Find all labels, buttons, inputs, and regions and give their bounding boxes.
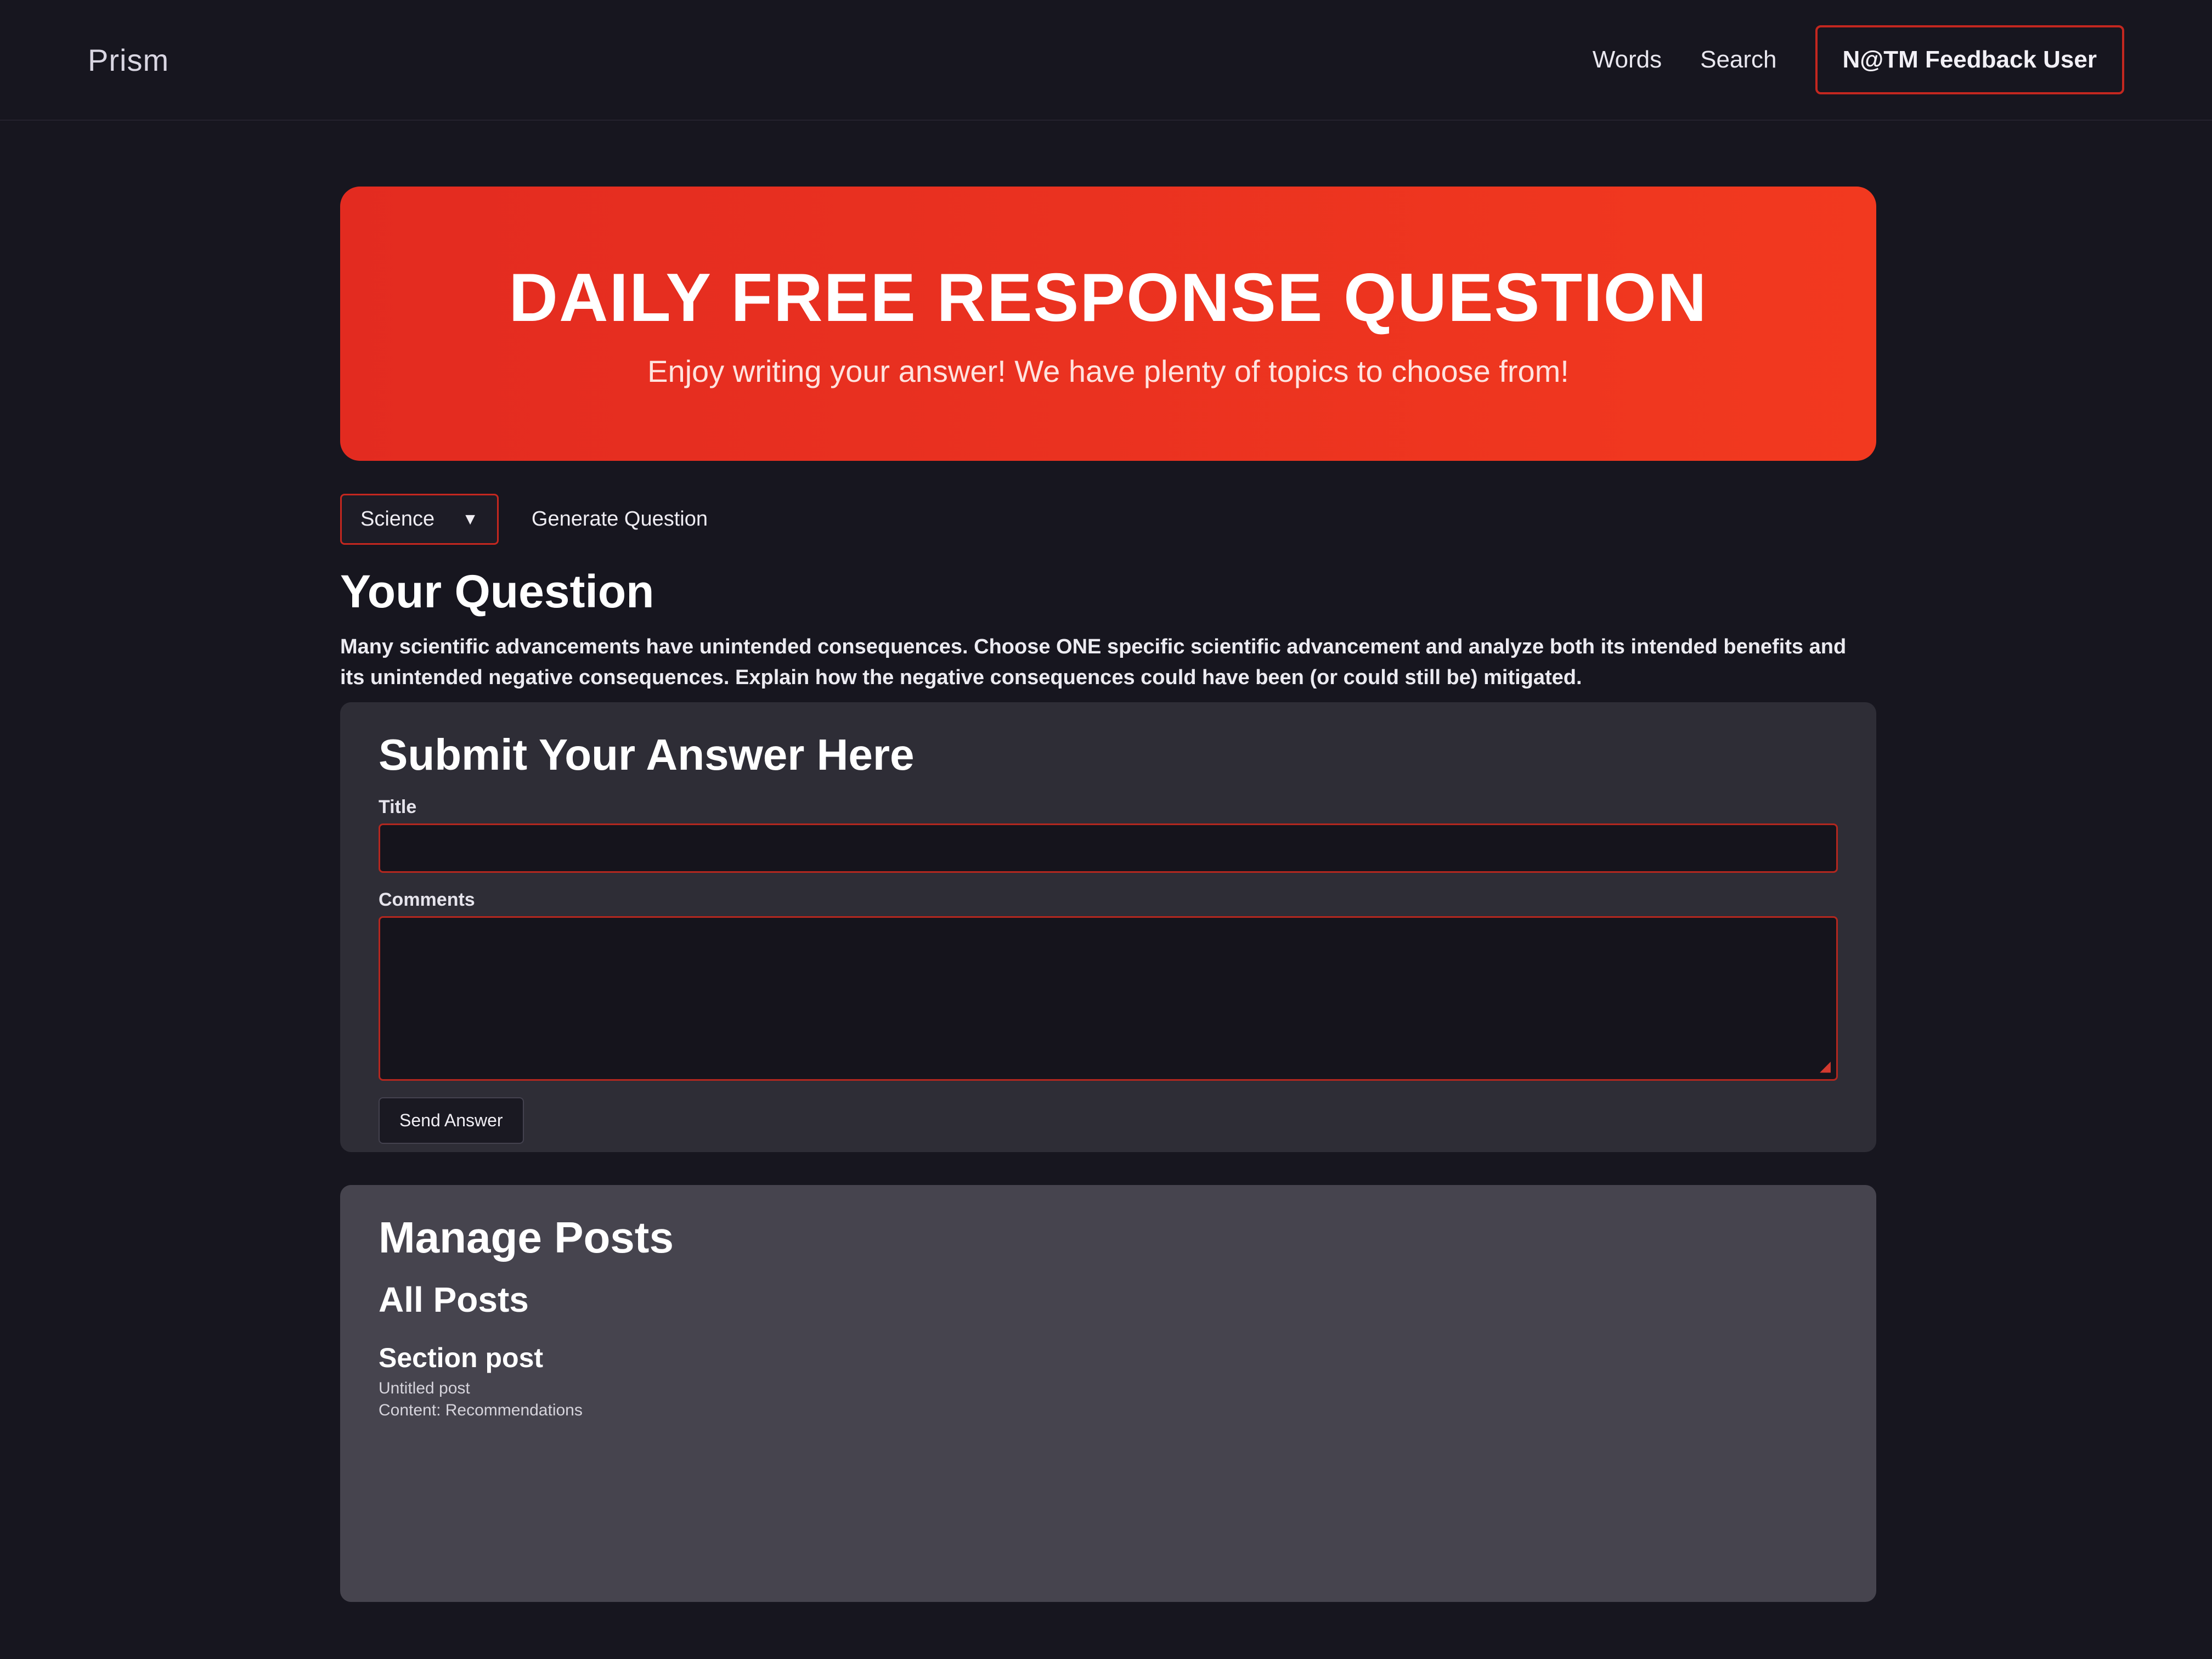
question-section: Your Question Many scientific advancemen… [340,565,1876,693]
question-heading: Your Question [340,566,654,617]
resize-handle-icon[interactable]: ◢ [1820,1058,1831,1075]
user-account-button[interactable]: N@TM Feedback User [1815,25,2124,94]
title-input[interactable] [379,823,1838,873]
hero-subtitle: Enjoy writing your answer! We have plent… [647,353,1569,388]
nav-links: Words Search N@TM Feedback User [1593,25,2124,94]
brand-logo[interactable]: Prism [88,42,169,78]
chevron-down-icon: ▼ [462,510,478,528]
question-controls: Science ▼ Generate Question [340,494,719,545]
manage-posts-card: Manage Posts All Posts Section post Unti… [340,1185,1876,1602]
answer-form-card: Submit Your Answer Here Title Comments ◢… [340,702,1876,1152]
question-text: Many scientific advancements have uninte… [340,635,1847,689]
top-navigation-bar: Prism Words Search N@TM Feedback User [0,0,2212,121]
nav-link-words[interactable]: Words [1593,46,1662,74]
topic-select-value: Science [360,507,435,531]
answer-form-heading: Submit Your Answer Here [379,730,915,779]
all-posts-heading: All Posts [379,1280,529,1319]
nav-link-search[interactable]: Search [1700,46,1776,74]
content-field-label: Comments [379,889,475,910]
hero-title: DAILY FREE RESPONSE QUESTION [509,259,1708,336]
manage-posts-heading: Manage Posts [379,1213,674,1262]
post-meta: Untitled post [379,1379,470,1397]
generate-question-button[interactable]: Generate Question [521,495,719,543]
post-body: Content: Recommendations [379,1401,583,1419]
hero-banner: DAILY FREE RESPONSE QUESTION Enjoy writi… [340,187,1876,461]
title-field-label: Title [379,797,417,817]
post-title: Section post [379,1342,544,1373]
content-textarea[interactable]: ◢ [379,916,1838,1081]
app-window: Prism Words Search N@TM Feedback User DA… [0,0,2212,1659]
send-answer-button[interactable]: Send Answer [379,1097,524,1144]
post-item[interactable]: Section post Untitled post Content: Reco… [379,1342,1838,1420]
topic-select[interactable]: Science ▼ [340,494,499,545]
